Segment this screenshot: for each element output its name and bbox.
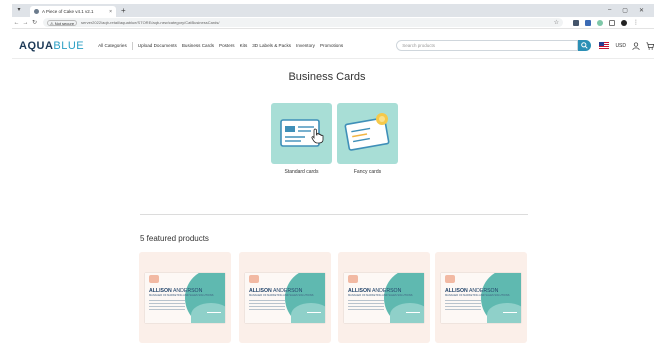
- business-card-preview: ALLISON ANDERSON MANAGER OF MARKETING AN…: [441, 273, 521, 323]
- card-contact-lines: [348, 300, 384, 312]
- card-logo: [445, 275, 455, 283]
- tab-title: A Piece of Cake v4.1 v2.1: [42, 9, 94, 14]
- category-fancy-cards[interactable]: [337, 103, 398, 164]
- currency-selector[interactable]: USD: [615, 43, 626, 49]
- extension-icon[interactable]: [609, 19, 615, 26]
- forward-icon[interactable]: →: [21, 20, 30, 26]
- star-icon[interactable]: ☆: [554, 19, 559, 26]
- card-logo: [348, 275, 358, 283]
- cart-icon[interactable]: [646, 41, 654, 50]
- card-contact-lines: [249, 300, 285, 312]
- nav-promotions[interactable]: Promotions: [320, 43, 343, 48]
- business-card-preview: ALLISON ANDERSON MANAGER OF MARKETING AN…: [145, 273, 225, 323]
- product-card[interactable]: ALLISON ANDERSON MANAGER OF MARKETING AN…: [435, 252, 527, 343]
- category-label-fancy[interactable]: Fancy cards: [337, 169, 398, 175]
- card-contact-lines: [149, 300, 185, 312]
- extension-icon[interactable]: [597, 19, 603, 26]
- security-label: Not secure: [54, 20, 75, 26]
- logo-part-aqua: AQUA: [19, 39, 54, 52]
- nav-divider: [131, 41, 133, 50]
- maximize-button[interactable]: ▢: [622, 7, 628, 14]
- reload-icon[interactable]: ↻: [30, 19, 39, 26]
- url-text: server2022/aqb-retail/aquablue/STORE/aqb…: [81, 20, 220, 25]
- new-tab-button[interactable]: +: [121, 6, 126, 16]
- nav-inventory[interactable]: Inventory: [296, 43, 315, 48]
- card-logo: [149, 275, 159, 283]
- product-card[interactable]: ALLISON ANDERSON MANAGER OF MARKETING AN…: [139, 252, 231, 343]
- card-signature: [207, 307, 221, 313]
- flag-icon[interactable]: [599, 42, 610, 49]
- cursor-hand-icon: [311, 128, 324, 144]
- card-role: MANAGER OF MARKETING AND SALES SOLUTIONS: [149, 294, 214, 297]
- address-bar: ← → ↻ ⚠ Not secure server2022/aqb-retail…: [12, 17, 654, 29]
- card-role: MANAGER OF MARKETING AND SALES SOLUTIONS: [445, 294, 510, 297]
- featured-heading: 5 featured products: [140, 234, 209, 243]
- nav-3d-labels[interactable]: 3D Labels & Packs: [252, 43, 291, 48]
- card-role: MANAGER OF MARKETING AND SALES SOLUTIONS: [348, 294, 413, 297]
- card-decoration: [291, 303, 325, 323]
- page-title: Business Cards: [288, 71, 366, 83]
- minimize-button[interactable]: –: [608, 7, 611, 14]
- search-input[interactable]: Search products: [396, 40, 578, 51]
- card-role: MANAGER OF MARKETING AND SALES SOLUTIONS: [249, 294, 314, 297]
- browser-tab[interactable]: A Piece of Cake v4.1 v2.1 ×: [30, 6, 116, 17]
- close-window-button[interactable]: ✕: [639, 7, 644, 14]
- header-actions: USD: [599, 41, 654, 50]
- business-card-preview: ALLISON ANDERSON MANAGER OF MARKETING AN…: [344, 273, 424, 323]
- browser-tab-bar: ▾ A Piece of Cake v4.1 v2.1 × + – ▢ ✕: [12, 4, 654, 17]
- url-field[interactable]: ⚠ Not secure server2022/aqb-retail/aquab…: [43, 18, 563, 27]
- favicon-icon: [34, 9, 39, 14]
- back-icon[interactable]: ←: [12, 20, 21, 26]
- card-signature: [307, 307, 321, 313]
- card-signature: [406, 307, 420, 313]
- site-logo[interactable]: AQUABLUE: [19, 40, 84, 52]
- fancy-card-icon: [344, 113, 390, 151]
- card-decoration: [191, 303, 225, 323]
- card-signature: [503, 307, 517, 313]
- extension-icon[interactable]: [585, 19, 591, 26]
- main-nav: All Categories Upload Documents Business…: [98, 41, 348, 50]
- nav-posters[interactable]: Posters: [219, 43, 235, 48]
- nav-kits[interactable]: Kits: [240, 43, 248, 48]
- extension-icons: ⋮: [573, 19, 639, 26]
- card-contact-lines: [445, 300, 481, 312]
- product-card[interactable]: ALLISON ANDERSON MANAGER OF MARKETING AN…: [239, 252, 331, 343]
- tab-close-icon[interactable]: ×: [109, 9, 112, 15]
- window-controls: – ▢ ✕: [608, 7, 654, 14]
- search-button[interactable]: [577, 40, 592, 51]
- card-decoration: [487, 303, 521, 323]
- profile-icon[interactable]: [621, 19, 627, 26]
- extension-icon[interactable]: [573, 19, 579, 26]
- product-card[interactable]: ALLISON ANDERSON MANAGER OF MARKETING AN…: [338, 252, 430, 343]
- section-divider: [140, 214, 528, 215]
- nav-all-categories[interactable]: All Categories: [98, 43, 127, 48]
- browser-menu-icon[interactable]: ⋮: [633, 19, 639, 26]
- search-icon: [581, 42, 588, 49]
- tab-menu-icon[interactable]: ▾: [14, 6, 24, 15]
- card-logo: [249, 275, 259, 283]
- user-icon[interactable]: [632, 41, 640, 50]
- business-card-preview: ALLISON ANDERSON MANAGER OF MARKETING AN…: [245, 273, 325, 323]
- security-indicator[interactable]: ⚠ Not secure: [47, 19, 78, 26]
- category-standard-cards[interactable]: [271, 103, 332, 164]
- site-header: AQUABLUE All Categories Upload Documents…: [12, 33, 654, 59]
- card-decoration: [390, 303, 424, 323]
- nav-upload-documents[interactable]: Upload Documents: [138, 43, 177, 48]
- category-label-standard[interactable]: Standard cards: [271, 169, 332, 175]
- logo-part-blue: BLUE: [53, 39, 85, 52]
- nav-business-cards[interactable]: Business Cards: [182, 43, 214, 48]
